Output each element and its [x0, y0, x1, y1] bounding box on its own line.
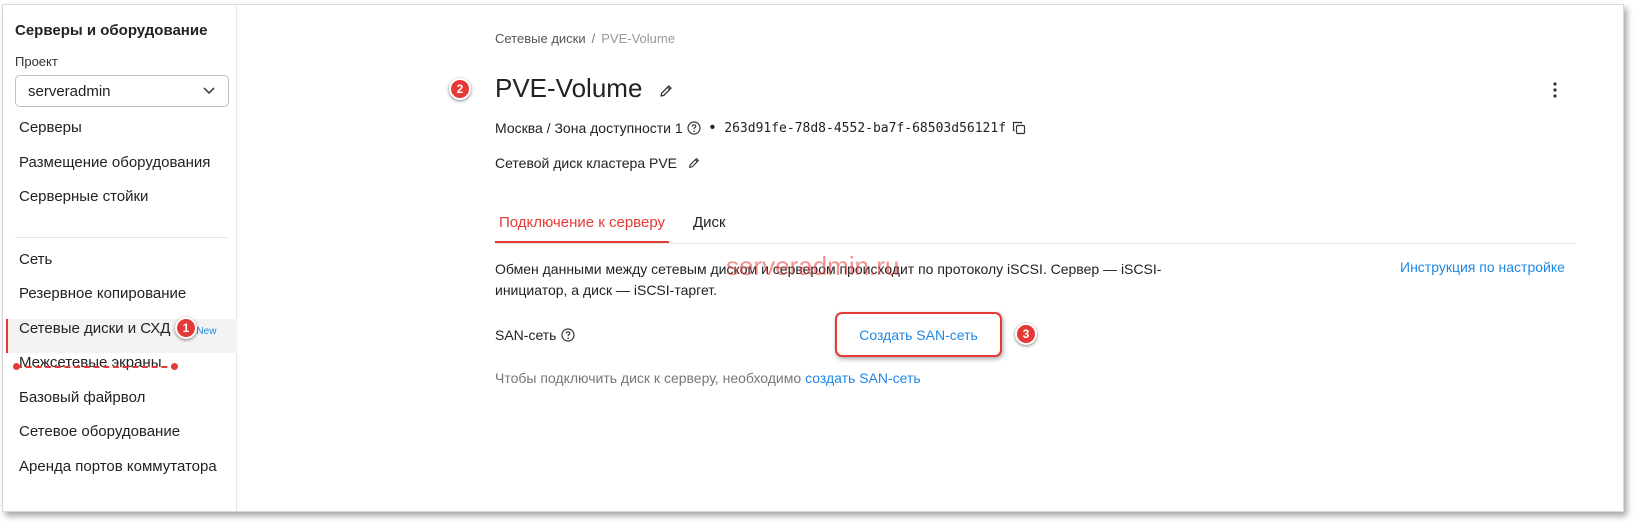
breadcrumb-parent[interactable]: Сетевые диски: [495, 31, 586, 46]
callout-dot-right: [171, 363, 178, 370]
sidebar-item-switch-ports[interactable]: Аренда портов коммутатора: [19, 458, 217, 475]
sidebar-divider: [15, 237, 227, 238]
volume-meta: Москва / Зона доступности 1 • 263d91fe-7…: [495, 119, 1026, 137]
volume-description-text: Сетевой диск кластера PVE: [495, 155, 678, 171]
tab-server-connection[interactable]: Подключение к серверу: [495, 214, 669, 243]
create-san-button[interactable]: Создать SAN-сеть: [835, 312, 1002, 357]
tabs: Подключение к серверу Диск: [495, 210, 1575, 244]
callout-3: 3: [1015, 323, 1037, 345]
san-label-text: SAN-сеть: [495, 327, 557, 343]
setup-instructions-link[interactable]: Инструкция по настройке: [1400, 259, 1565, 275]
project-select[interactable]: serveradmin: [15, 75, 229, 107]
tab-disk[interactable]: Диск: [693, 214, 726, 241]
sidebar-item-backup[interactable]: Резервное копирование: [19, 285, 186, 302]
san-network-label: SAN-сеть: [495, 327, 576, 343]
pencil-icon[interactable]: [658, 83, 674, 99]
callout-2: 2: [449, 78, 471, 100]
sidebar-item-colocation[interactable]: Размещение оборудования: [19, 154, 210, 171]
breadcrumb: Сетевые диски / PVE-Volume: [495, 31, 675, 46]
san-hint: Чтобы подключить диск к серверу, необход…: [495, 370, 921, 386]
sidebar-item-network[interactable]: Сеть: [19, 251, 52, 268]
callout-dashed-underline: [16, 366, 177, 368]
sidebar-title: Серверы и оборудование: [15, 22, 208, 39]
callout-1: 1: [175, 317, 197, 339]
new-badge: New: [196, 326, 217, 337]
volume-description: Сетевой диск кластера PVE: [495, 155, 701, 171]
breadcrumb-separator: /: [591, 31, 596, 46]
copy-icon[interactable]: [1012, 121, 1026, 135]
pencil-icon[interactable]: [687, 156, 701, 170]
app-window: Серверы и оборудование Проект serveradmi…: [2, 4, 1624, 512]
sidebar-item-firewalls[interactable]: Межсетевые экраны: [19, 354, 162, 371]
create-san-link[interactable]: создать SAN-сеть: [805, 370, 921, 386]
sidebar: Серверы и оборудование Проект serveradmi…: [3, 5, 237, 511]
help-circle-icon[interactable]: [687, 121, 701, 135]
san-hint-text: Чтобы подключить диск к серверу, необход…: [495, 370, 802, 386]
volume-id: 263d91fe-78d8-4552-ba7f-68503d56121f: [724, 120, 1007, 136]
callout-dot-left: [13, 363, 20, 370]
watermark: serveradmin.ru: [726, 251, 900, 281]
breadcrumb-current: PVE-Volume: [601, 31, 675, 46]
chevron-down-icon: [203, 87, 215, 95]
help-circle-icon[interactable]: [561, 328, 576, 342]
sidebar-item-label: Сетевые диски и СХД: [19, 320, 171, 337]
sidebar-item-basic-firewall[interactable]: Базовый файрвол: [19, 389, 145, 406]
page-title: PVE-Volume: [495, 73, 643, 103]
project-select-value: serveradmin: [28, 82, 111, 100]
sidebar-item-network-equipment[interactable]: Сетевое оборудование: [19, 423, 180, 440]
meta-bullet: •: [709, 119, 716, 136]
sidebar-item-servers[interactable]: Серверы: [19, 119, 82, 136]
volume-location: Москва / Зона доступности 1: [495, 120, 683, 136]
sidebar-item-racks[interactable]: Серверные стойки: [19, 188, 148, 205]
kebab-menu-icon[interactable]: [1552, 81, 1558, 99]
project-label: Проект: [15, 54, 58, 69]
